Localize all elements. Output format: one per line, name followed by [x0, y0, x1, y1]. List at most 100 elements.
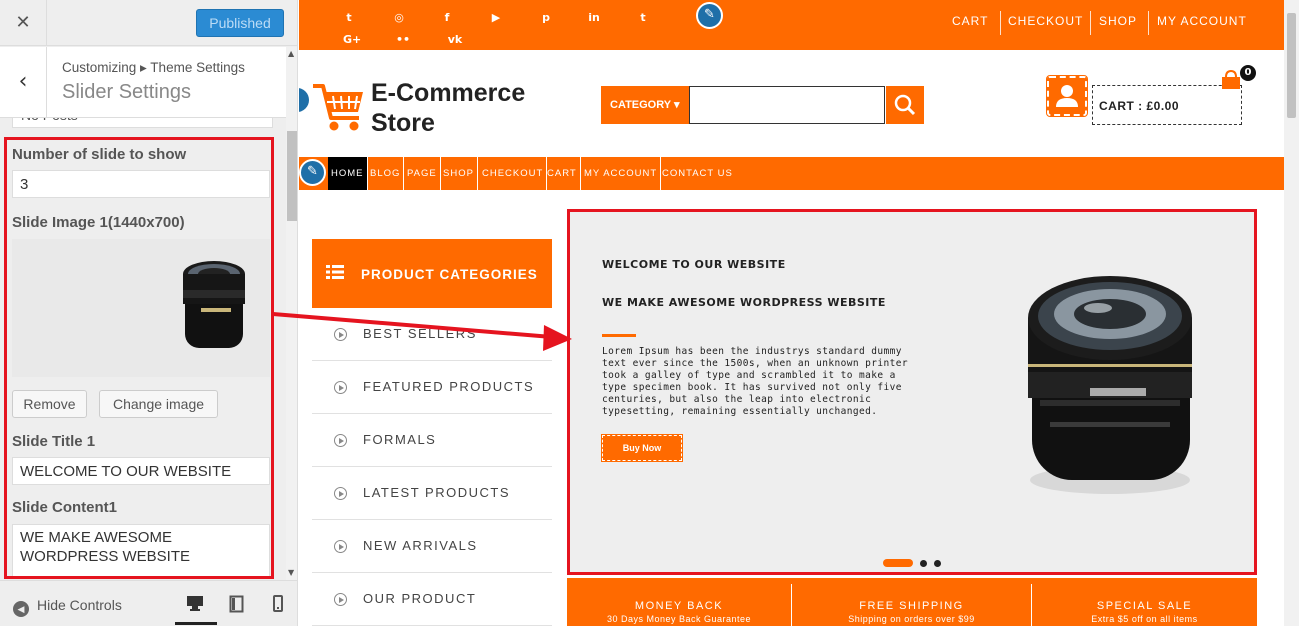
top-link-shop[interactable]: SHOP: [1099, 14, 1137, 28]
category-label: OUR PRODUCT: [363, 591, 477, 606]
product-categories-header: PRODUCT CATEGORIES: [312, 239, 552, 308]
sidebar-scrollbar[interactable]: [286, 47, 297, 580]
nav-checkout[interactable]: CHECKOUT: [479, 157, 548, 190]
cart-count-badge: 0: [1240, 65, 1256, 81]
instagram-icon[interactable]: ◎: [391, 11, 407, 24]
category-item[interactable]: FEATURED PRODUCTS: [312, 361, 552, 414]
desktop-preview-icon[interactable]: [186, 595, 204, 615]
nav-page[interactable]: PAGE: [404, 157, 441, 190]
preview-scrollbar-thumb[interactable]: [1287, 13, 1296, 118]
slide-indicator[interactable]: [934, 560, 941, 567]
shopping-bag-icon[interactable]: [1221, 69, 1241, 94]
feature-title: FREE SHIPPING: [859, 600, 964, 612]
feature-subtitle: Extra $5 off on all items: [1091, 614, 1198, 624]
category-dropdown[interactable]: CATEGORY ▾: [601, 86, 689, 124]
flickr-icon[interactable]: ••: [395, 33, 411, 46]
nav-cart[interactable]: CART: [544, 157, 581, 190]
top-bar: t ◎ f ▶ p in t G+ •• vk ✎ CART CHECKOUT …: [299, 0, 1284, 50]
category-label: NEW ARRIVALS: [363, 538, 478, 553]
slide-title: WELCOME TO OUR WEBSITE: [602, 258, 786, 271]
features-bar: MONEY BACK 30 Days Money Back Guarantee F…: [567, 578, 1257, 626]
buy-now-button[interactable]: Buy Now: [601, 434, 683, 462]
feature-money-back: MONEY BACK 30 Days Money Back Guarantee: [567, 578, 791, 626]
category-item[interactable]: NEW ARRIVALS: [312, 520, 552, 573]
slide-text: Lorem Ipsum has been the industrys stand…: [602, 346, 908, 417]
top-link-my-account[interactable]: MY ACCOUNT: [1157, 14, 1247, 28]
pinterest-icon[interactable]: p: [538, 11, 554, 24]
edit-nav-icon[interactable]: ✎: [299, 159, 326, 186]
search-input[interactable]: [689, 86, 885, 124]
edit-shortcut-icon[interactable]: ✎: [696, 2, 723, 29]
play-circle-icon: [334, 593, 347, 606]
google-plus-icon[interactable]: G+: [343, 33, 361, 46]
previous-field[interactable]: No Posts: [12, 118, 273, 128]
section-header: ‹ Customizing ▸ Theme Settings Slider Se…: [0, 47, 286, 118]
nav-contact-us[interactable]: CONTACT US: [659, 157, 736, 190]
twitter-icon[interactable]: t: [341, 11, 357, 24]
shopping-cart-logo-icon[interactable]: [311, 82, 367, 138]
play-circle-icon: [334, 487, 347, 500]
top-link-divider: [1090, 11, 1091, 35]
hide-controls-label: Hide Controls: [37, 597, 122, 613]
customizer-window: ✕ Published ‹ Customizing ▸ Theme Settin…: [0, 0, 1299, 626]
nav-home[interactable]: HOME: [328, 157, 368, 190]
publish-button[interactable]: Published: [196, 9, 284, 37]
user-account-button[interactable]: [1046, 75, 1088, 117]
feature-subtitle: 30 Days Money Back Guarantee: [606, 614, 752, 624]
tablet-preview-icon[interactable]: [229, 595, 245, 617]
sidebar-scrollbar-thumb[interactable]: [287, 131, 297, 221]
play-circle-icon: [334, 434, 347, 447]
highlight-box: [4, 137, 274, 579]
hide-controls-button[interactable]: ◀ Hide Controls: [13, 597, 122, 617]
feature-title: MONEY BACK: [634, 600, 724, 612]
feature-title: SPECIAL SALE: [1096, 600, 1193, 612]
back-button[interactable]: ‹: [0, 47, 47, 118]
collapse-icon: ◀: [13, 601, 29, 617]
search-icon: [894, 94, 916, 116]
cart-summary[interactable]: CART : £0.00: [1092, 85, 1242, 125]
close-icon[interactable]: ✕: [0, 0, 47, 46]
logo-line-1: E-Commerce: [371, 79, 526, 107]
slide-indicator-active[interactable]: [883, 559, 913, 567]
top-link-checkout[interactable]: CHECKOUT: [1008, 14, 1083, 28]
scroll-up-icon[interactable]: ▲: [288, 49, 294, 58]
slide-divider: [602, 334, 636, 337]
category-item[interactable]: OUR PRODUCT: [312, 573, 552, 626]
section-title: Slider Settings: [62, 81, 191, 103]
play-circle-icon: [334, 381, 347, 394]
nav-my-account[interactable]: MY ACCOUNT: [581, 157, 662, 190]
top-link-divider: [1000, 11, 1001, 35]
category-item[interactable]: LATEST PRODUCTS: [312, 467, 552, 520]
nav-shop[interactable]: SHOP: [440, 157, 478, 190]
nav-blog[interactable]: BLOG: [367, 157, 405, 190]
category-item[interactable]: FORMALS: [312, 414, 552, 467]
cart-total: CART : £0.00: [1099, 99, 1180, 113]
category-item[interactable]: BEST SELLERS: [312, 308, 552, 361]
youtube-icon[interactable]: ▶: [488, 11, 504, 24]
slide-subtitle: WE MAKE AWESOME WORDPRESS WEBSITE: [602, 296, 886, 309]
vk-icon[interactable]: vk: [447, 33, 463, 46]
feature-special-sale: SPECIAL SALE Extra $5 off on all items: [1032, 578, 1257, 626]
site-preview: t ◎ f ▶ p in t G+ •• vk ✎ CART CHECKOUT …: [299, 0, 1299, 626]
scroll-down-icon[interactable]: ▼: [288, 568, 294, 577]
mobile-preview-icon[interactable]: [273, 595, 283, 617]
facebook-icon[interactable]: f: [439, 11, 455, 24]
play-circle-icon: [334, 540, 347, 553]
list-icon: [326, 264, 344, 283]
search-button[interactable]: [886, 86, 924, 124]
active-device-indicator: [175, 622, 217, 625]
linkedin-icon[interactable]: in: [586, 11, 602, 24]
slide-indicator[interactable]: [920, 560, 927, 567]
product-categories-title: PRODUCT CATEGORIES: [361, 267, 538, 282]
category-label: FORMALS: [363, 432, 437, 447]
category-label: LATEST PRODUCTS: [363, 485, 510, 500]
top-link-cart[interactable]: CART: [952, 14, 988, 28]
edit-shortcut-tab[interactable]: [299, 88, 309, 112]
customizer-sidebar: ✕ Published ‹ Customizing ▸ Theme Settin…: [0, 0, 298, 626]
site-logo-text[interactable]: E-Commerce Store: [371, 78, 525, 138]
hero-slider: WELCOME TO OUR WEBSITE WE MAKE AWESOME W…: [567, 209, 1257, 575]
breadcrumb: Customizing ▸ Theme Settings: [62, 60, 245, 75]
tumblr-icon[interactable]: t: [635, 11, 651, 24]
sidebar-footer: ◀ Hide Controls: [0, 580, 297, 626]
category-label: FEATURED PRODUCTS: [363, 379, 535, 394]
